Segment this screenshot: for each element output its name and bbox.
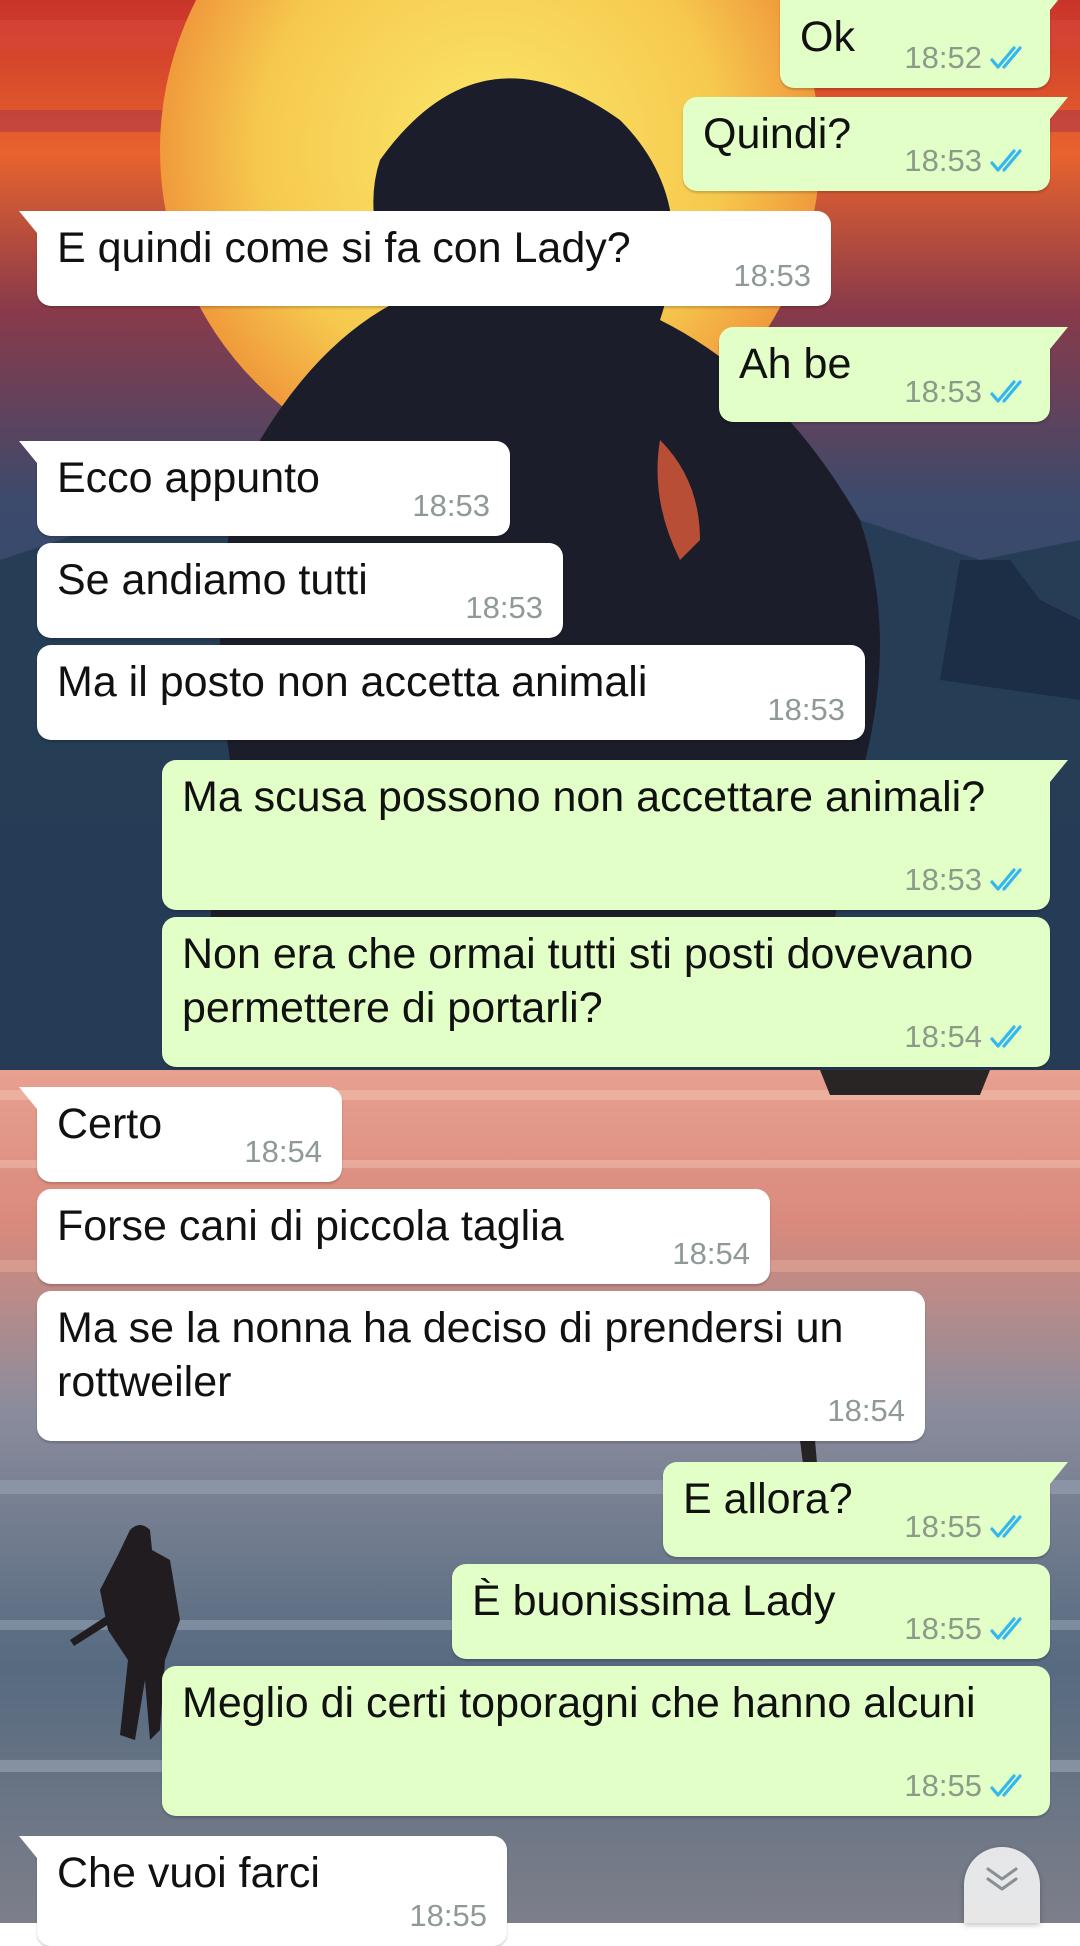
double-check-icon <box>990 149 1022 172</box>
message-meta: 18:55 <box>409 1898 487 1934</box>
message-timestamp: 18:55 <box>904 1509 982 1544</box>
message-text: E quindi come si fa con Lady? <box>57 224 631 272</box>
message-text: Ecco appunto <box>57 454 320 502</box>
double-check-icon <box>990 1774 1022 1797</box>
message-text: Meglio di certi toporagni che hanno alcu… <box>182 1679 976 1727</box>
message-text: Certo <box>57 1100 163 1148</box>
message-meta: 18:53 <box>904 374 1030 410</box>
outgoing-message-bubble[interactable]: Ma scusa possono non accettare animali? 1… <box>162 760 1068 910</box>
incoming-message-bubble[interactable]: Forse cani di piccola taglia 18:54 <box>37 1189 770 1284</box>
message-meta: 18:53 <box>904 143 1030 179</box>
message-meta: 18:53 <box>904 862 1030 898</box>
message-text: Quindi? <box>703 110 852 158</box>
message-meta: 18:54 <box>827 1393 905 1429</box>
incoming-message-bubble[interactable]: Che vuoi farci 18:55 <box>19 1836 507 1946</box>
message-meta: 18:53 <box>412 488 490 524</box>
message-text: È buonissima Lady <box>472 1577 836 1625</box>
double-check-icon <box>990 1025 1022 1048</box>
double-check-icon <box>990 1515 1022 1538</box>
incoming-message-bubble[interactable]: E quindi come si fa con Lady? 18:53 <box>19 211 831 306</box>
outgoing-message-bubble[interactable]: È buonissima Lady 18:55 <box>452 1564 1050 1659</box>
incoming-message-bubble[interactable]: Ma il posto non accetta animali 18:53 <box>37 645 865 740</box>
outgoing-message-bubble[interactable]: Non era che ormai tutti sti posti doveva… <box>162 917 1050 1067</box>
double-chevron-down-icon <box>986 1867 1018 1891</box>
message-timestamp: 18:55 <box>904 1768 982 1803</box>
message-timestamp: 18:53 <box>412 488 490 523</box>
message-timestamp: 18:54 <box>827 1393 905 1428</box>
outgoing-message-bubble[interactable]: Ok 18:52 <box>780 0 1068 88</box>
outgoing-message-bubble[interactable]: Ah be 18:53 <box>719 327 1068 422</box>
outgoing-message-bubble[interactable]: Quindi? 18:53 <box>683 97 1068 191</box>
message-meta: 18:53 <box>733 258 811 294</box>
message-meta: 18:53 <box>465 590 543 626</box>
message-meta: 18:54 <box>244 1134 322 1170</box>
double-check-icon <box>990 380 1022 403</box>
message-text: Ok <box>800 13 855 61</box>
message-meta: 18:55 <box>904 1768 1030 1804</box>
message-timestamp: 18:54 <box>904 1019 982 1054</box>
message-meta: 18:53 <box>767 692 845 728</box>
message-timestamp: 18:53 <box>904 143 982 178</box>
message-text: Ma se la nonna ha deciso di prendersi un… <box>57 1304 844 1406</box>
message-text: Se andiamo tutti <box>57 556 368 604</box>
incoming-message-bubble[interactable]: Ecco appunto 18:53 <box>19 441 510 536</box>
incoming-message-bubble[interactable]: Certo 18:54 <box>19 1087 342 1182</box>
message-meta: 18:55 <box>904 1509 1030 1545</box>
message-timestamp: 18:53 <box>904 374 982 409</box>
message-text: Che vuoi farci <box>57 1849 320 1897</box>
message-timestamp: 18:53 <box>767 692 845 727</box>
message-timestamp: 18:52 <box>904 40 982 75</box>
message-timestamp: 18:54 <box>244 1134 322 1169</box>
incoming-message-bubble[interactable]: Se andiamo tutti 18:53 <box>37 543 563 638</box>
incoming-message-bubble[interactable]: Ma se la nonna ha deciso di prendersi un… <box>37 1291 925 1441</box>
message-timestamp: 18:53 <box>904 862 982 897</box>
message-text: Ma scusa possono non accettare animali? <box>182 773 986 821</box>
message-timestamp: 18:54 <box>672 1236 750 1271</box>
message-text: E allora? <box>683 1475 853 1523</box>
message-meta: 18:55 <box>904 1611 1030 1647</box>
message-text: Ma il posto non accetta animali <box>57 658 648 706</box>
message-timestamp: 18:55 <box>904 1611 982 1646</box>
message-meta: 18:54 <box>904 1019 1030 1055</box>
message-timestamp: 18:53 <box>733 258 811 293</box>
message-text: Ah be <box>739 340 852 388</box>
message-timestamp: 18:53 <box>465 590 543 625</box>
outgoing-message-bubble[interactable]: E allora? 18:55 <box>663 1462 1068 1557</box>
message-text: Forse cani di piccola taglia <box>57 1202 564 1250</box>
scroll-to-bottom-button[interactable] <box>964 1847 1040 1923</box>
message-text: Non era che ormai tutti sti posti doveva… <box>182 930 974 1032</box>
double-check-icon <box>990 868 1022 891</box>
message-meta: 18:52 <box>904 40 1030 76</box>
chat-message-list[interactable]: Ok 18:52 Quindi? 18:53 E quindi come si fa c… <box>0 0 1080 1946</box>
message-meta: 18:54 <box>672 1236 750 1272</box>
outgoing-message-bubble[interactable]: Meglio di certi toporagni che hanno alcu… <box>162 1666 1050 1816</box>
message-timestamp: 18:55 <box>409 1898 487 1933</box>
double-check-icon <box>990 46 1022 69</box>
double-check-icon <box>990 1617 1022 1640</box>
